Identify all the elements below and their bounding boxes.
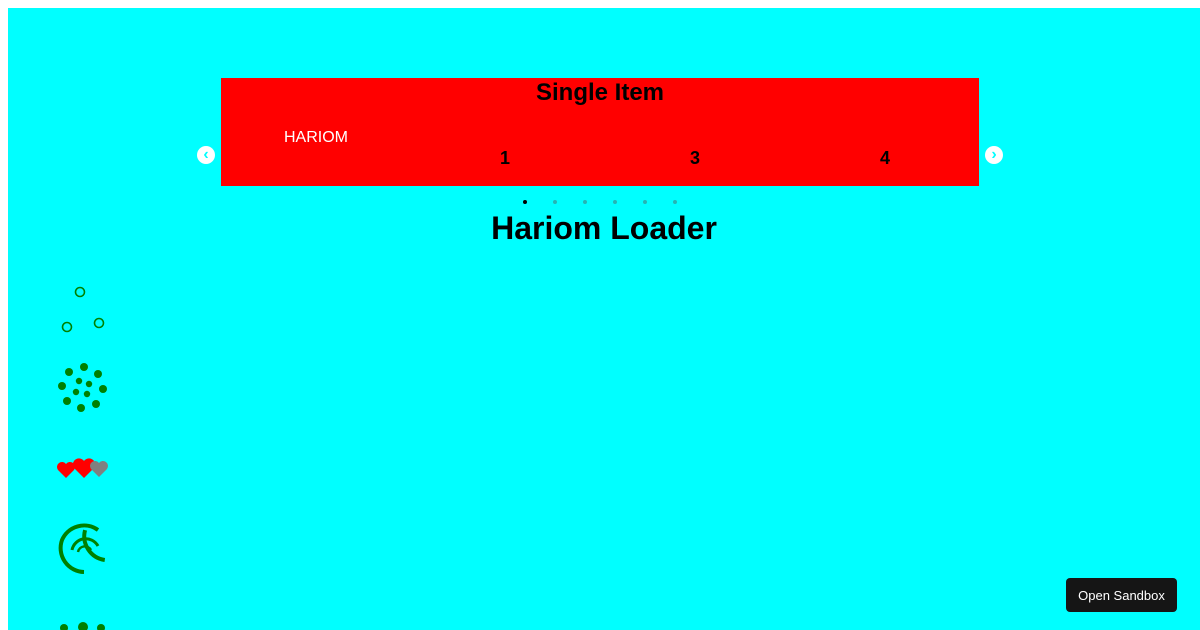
slider-next-button[interactable]: › — [985, 146, 1003, 164]
chevron-right-circle-icon: › — [991, 146, 997, 163]
dots-row-loader-icon — [60, 622, 105, 630]
dots-spinner-loader-icon — [58, 363, 107, 412]
slider-title: Single Item — [535, 79, 665, 106]
slider-dot[interactable] — [609, 196, 621, 208]
circles-loader-icon — [61, 286, 105, 333]
slider-dot[interactable] — [639, 196, 651, 208]
loader-section-title: Hariom Loader — [491, 210, 717, 246]
open-sandbox-button[interactable]: Open Sandbox — [1066, 578, 1177, 612]
slide-number-4: 4 — [879, 148, 890, 168]
slider-banner: Single Item HARIOM 1 3 4 — [221, 78, 979, 186]
slider-dot[interactable] — [579, 196, 591, 208]
slider-prev-button[interactable]: ‹ — [197, 146, 215, 164]
slider-dot[interactable] — [549, 196, 561, 208]
slider-dot[interactable] — [519, 196, 531, 208]
slide-text: HARIOM — [284, 129, 348, 146]
slide-number-3: 3 — [689, 148, 700, 168]
arcs-loader-icon — [58, 523, 106, 574]
chevron-left-circle-icon: ‹ — [203, 146, 209, 163]
slider-dot[interactable] — [669, 196, 681, 208]
slide-number-1: 1 — [499, 148, 510, 168]
page-frame: Single Item HARIOM 1 3 4 ‹ › Hariom Load… — [8, 8, 1200, 630]
hearts-loader-icon — [57, 458, 108, 478]
